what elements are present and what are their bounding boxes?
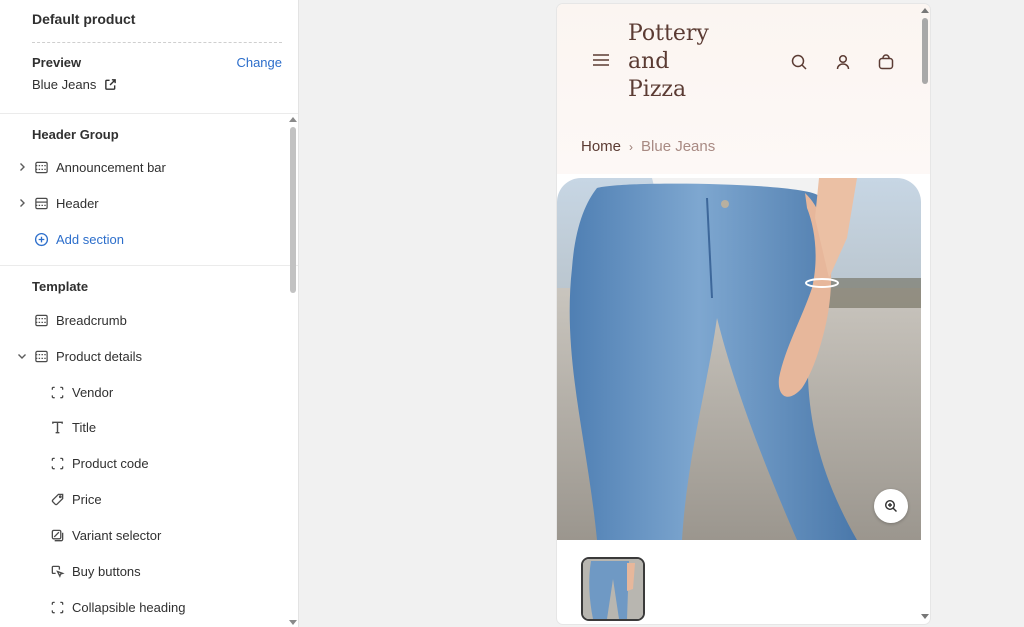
sidebar-scroll-thumb[interactable]: [290, 127, 296, 293]
block-label: Collapsible heading: [72, 600, 186, 615]
section-divider: [0, 265, 298, 266]
store-name-line: Pottery: [628, 21, 709, 46]
title-divider: [32, 42, 282, 43]
breadcrumb-separator-icon: ›: [629, 139, 634, 154]
zoom-image-button[interactable]: [874, 489, 908, 523]
store-name-line: and: [628, 49, 670, 74]
chevron-down-icon[interactable]: [17, 351, 27, 361]
add-section-button[interactable]: Add section: [0, 226, 288, 254]
section-product-details[interactable]: Product details: [0, 343, 288, 371]
block-label: Title: [72, 420, 97, 435]
page-title: Default product: [32, 11, 136, 27]
plus-circle-icon: [34, 232, 49, 247]
block-price[interactable]: Price: [0, 486, 288, 514]
preview-product-name: Blue Jeans: [32, 77, 97, 92]
block-vendor[interactable]: Vendor: [0, 379, 288, 407]
block-variant-selector[interactable]: Variant selector: [0, 522, 288, 550]
price-tag-icon: [51, 493, 64, 506]
block-label: Price: [72, 492, 102, 507]
search-icon[interactable]: [790, 53, 808, 71]
block-label: Variant selector: [72, 528, 162, 543]
product-main-image[interactable]: [557, 178, 921, 540]
jeans-photo-image: [557, 178, 921, 540]
section-announcement-bar[interactable]: Announcement bar: [0, 154, 288, 182]
section-label: Breadcrumb: [56, 313, 127, 328]
block-label: Vendor: [72, 385, 114, 400]
store-logo-text[interactable]: Pottery and Pizza: [628, 20, 738, 104]
product-thumbnail[interactable]: [581, 557, 645, 621]
cart-icon[interactable]: [877, 53, 895, 71]
block-label: Product code: [72, 456, 149, 471]
block-buy-buttons[interactable]: Buy buttons: [0, 558, 288, 586]
block-icon: [51, 457, 64, 470]
section-header[interactable]: Header: [0, 190, 288, 218]
zoom-in-icon: [884, 499, 897, 512]
block-label: Buy buttons: [72, 564, 141, 579]
text-icon: [52, 421, 63, 434]
section-label: Header: [56, 196, 99, 211]
block-collapsible-heading[interactable]: Collapsible heading: [0, 594, 288, 622]
breadcrumb-current: Blue Jeans: [641, 138, 716, 155]
section-icon: [35, 314, 48, 327]
account-icon[interactable]: [834, 53, 852, 71]
template-title: Template: [32, 279, 89, 294]
cursor-icon: [51, 565, 65, 578]
chevron-right-icon[interactable]: [17, 162, 27, 172]
change-preview-link[interactable]: Change: [236, 55, 282, 70]
jeans-thumbnail-image: [583, 559, 643, 619]
editor-sidebar: Default product Preview Change Blue Jean…: [0, 0, 299, 627]
section-breadcrumb[interactable]: Breadcrumb: [0, 307, 288, 335]
variant-icon: [51, 529, 64, 542]
preview-label: Preview: [32, 55, 82, 70]
section-icon: [35, 197, 48, 210]
block-icon: [51, 601, 64, 614]
block-title[interactable]: Title: [0, 414, 288, 442]
block-icon: [51, 386, 64, 399]
section-label: Product details: [56, 349, 142, 364]
section-divider: [0, 113, 298, 114]
preview-product-link[interactable]: Blue Jeans: [32, 77, 117, 92]
storefront-preview: Pottery and Pizza Home › Blue Jeans: [557, 4, 930, 624]
section-label: Announcement bar: [56, 160, 166, 175]
store-name-line: Pizza: [628, 77, 687, 102]
external-link-icon: [105, 79, 117, 90]
preview-scroll-up-arrow[interactable]: [921, 8, 929, 13]
section-icon: [35, 161, 48, 174]
section-icon: [35, 350, 48, 363]
chevron-right-icon[interactable]: [17, 198, 27, 208]
scroll-up-arrow[interactable]: [289, 117, 297, 122]
add-section-label: Add section: [56, 232, 124, 247]
hamburger-menu-icon[interactable]: [592, 53, 610, 67]
breadcrumb: Home › Blue Jeans: [581, 138, 715, 155]
breadcrumb-home-link[interactable]: Home: [581, 138, 621, 155]
preview-scroll-thumb[interactable]: [922, 18, 928, 84]
store-header: Pottery and Pizza Home › Blue Jeans: [557, 4, 930, 174]
preview-scroll-down-arrow[interactable]: [921, 614, 929, 619]
block-product-code[interactable]: Product code: [0, 450, 288, 478]
header-group-title: Header Group: [32, 127, 119, 142]
scroll-down-arrow[interactable]: [289, 620, 297, 625]
